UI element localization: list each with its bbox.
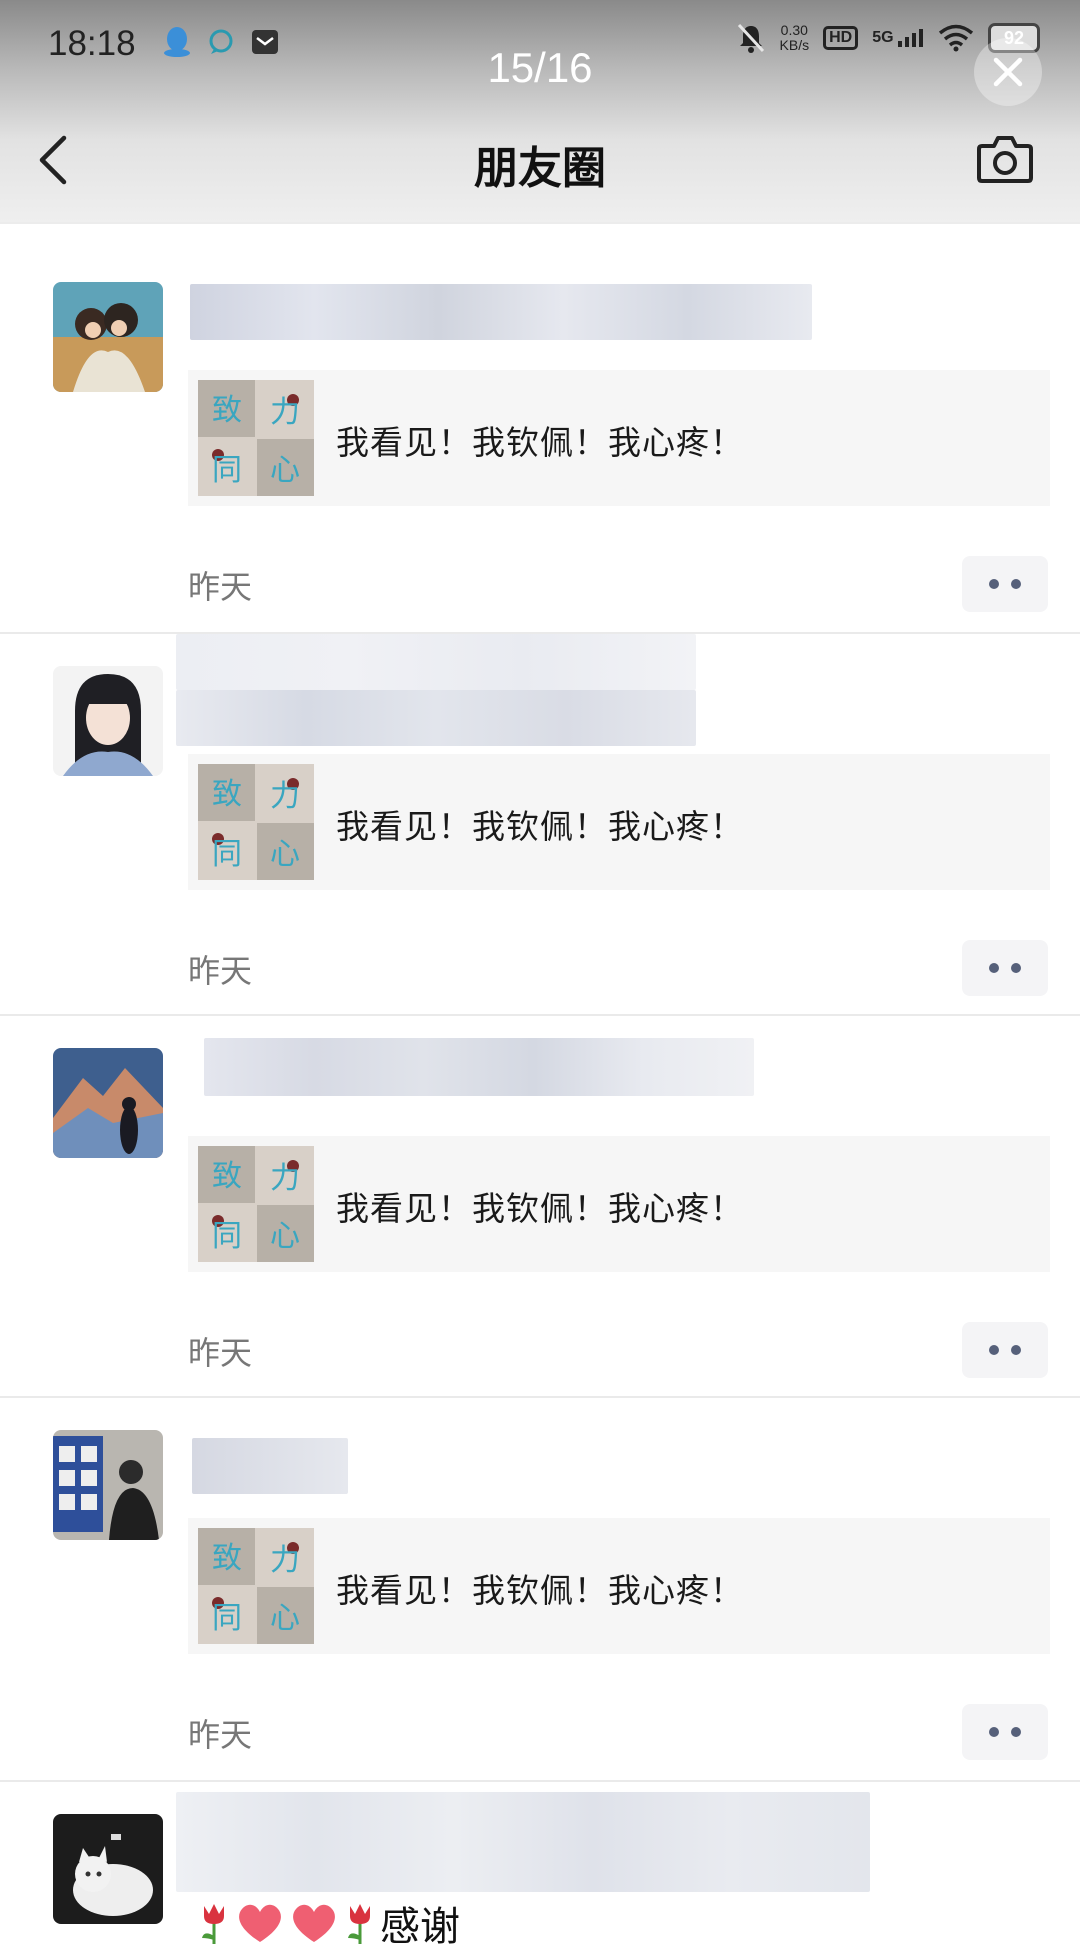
post-divider	[0, 1396, 1080, 1398]
couple-illustration-avatar	[53, 282, 163, 392]
person-photo-avatar	[53, 1430, 163, 1540]
post-time: 昨天	[188, 1334, 253, 1372]
tulip-emoji-icon	[202, 1904, 224, 1944]
close-icon	[993, 57, 1023, 87]
svg-text:心: 心	[270, 1601, 300, 1636]
white-cat-avatar	[53, 1814, 163, 1924]
quote-text: 我看见！我钦佩！我心疼！	[336, 423, 744, 462]
quote-text: 我看见！我钦佩！我心疼！	[336, 1189, 744, 1228]
quote-text: 我看见！我钦佩！我心疼！	[336, 807, 744, 846]
post-text: 感谢	[196, 1894, 460, 1952]
quote-thumbnail: 致 力 同 心	[198, 1528, 314, 1644]
quote-thumbnail: 致 力 同 心	[198, 380, 314, 496]
blurred-username	[176, 634, 696, 690]
quote-thumbnail: 致 力 同 心	[198, 1146, 314, 1262]
more-options-button[interactable]	[962, 556, 1048, 612]
avatar[interactable]	[53, 1814, 163, 1924]
avatar[interactable]	[53, 282, 163, 392]
mountain-silhouette-avatar	[53, 1048, 163, 1158]
avatar[interactable]	[53, 666, 163, 776]
post-text-content: 感谢	[380, 1904, 460, 1950]
svg-text:致: 致	[212, 1159, 242, 1194]
girl-illustration-avatar	[53, 666, 163, 776]
blurred-username	[190, 284, 812, 340]
close-button[interactable]	[974, 38, 1042, 106]
svg-text:心: 心	[270, 837, 300, 872]
svg-text:力: 力	[270, 1543, 300, 1578]
dot-icon	[989, 1345, 999, 1355]
quote-card[interactable]: 致 力 同 心 我看见！我钦佩！我心疼！	[188, 1136, 1050, 1272]
blurred-username	[204, 1038, 754, 1096]
avatar[interactable]	[53, 1048, 163, 1158]
dot-icon	[1011, 963, 1021, 973]
dot-icon	[1011, 1727, 1021, 1737]
heart-emoji-icon	[293, 1904, 335, 1942]
page-title: 朋友圈	[474, 143, 606, 194]
svg-text:力: 力	[270, 395, 300, 430]
dot-icon	[1011, 579, 1021, 589]
svg-text:心: 心	[270, 453, 300, 488]
heart-emoji-icon	[239, 1904, 281, 1942]
svg-text:致: 致	[212, 393, 242, 428]
quote-card[interactable]: 致 力 同 心 我看见！我钦佩！我心疼！	[188, 1518, 1050, 1654]
blurred-username	[176, 1792, 870, 1892]
post-time: 昨天	[188, 1716, 253, 1754]
more-options-button[interactable]	[962, 940, 1048, 996]
dot-icon	[989, 579, 999, 589]
more-options-button[interactable]	[962, 1704, 1048, 1760]
svg-text:同: 同	[212, 1219, 242, 1254]
quote-text: 我看见！我钦佩！我心疼！	[336, 1571, 744, 1610]
svg-text:同: 同	[212, 837, 242, 872]
dot-icon	[989, 963, 999, 973]
svg-text:同: 同	[212, 1601, 242, 1636]
quote-card[interactable]: 致 力 同 心 我看见！我钦佩！我心疼！	[188, 370, 1050, 506]
post-time: 昨天	[188, 952, 253, 990]
image-page-counter: 15/16	[487, 44, 593, 91]
svg-text:力: 力	[270, 1161, 300, 1196]
svg-text:同: 同	[212, 453, 242, 488]
blurred-username	[176, 690, 696, 746]
tulip-emoji-icon	[348, 1904, 370, 1944]
svg-text:力: 力	[270, 779, 300, 814]
blurred-username	[192, 1438, 348, 1494]
camera-icon[interactable]	[976, 134, 1034, 184]
post-divider	[0, 1014, 1080, 1016]
svg-text:致: 致	[212, 1541, 242, 1576]
svg-text:致: 致	[212, 777, 242, 812]
header-divider	[0, 222, 1080, 224]
more-options-button[interactable]	[962, 1322, 1048, 1378]
avatar[interactable]	[53, 1430, 163, 1540]
post-time: 昨天	[188, 568, 253, 606]
svg-text:心: 心	[270, 1219, 300, 1254]
quote-thumbnail: 致 力 同 心	[198, 764, 314, 880]
quote-card[interactable]: 致 力 同 心 我看见！我钦佩！我心疼！	[188, 754, 1050, 890]
dot-icon	[1011, 1345, 1021, 1355]
post-divider	[0, 1780, 1080, 1782]
dot-icon	[989, 1727, 999, 1737]
